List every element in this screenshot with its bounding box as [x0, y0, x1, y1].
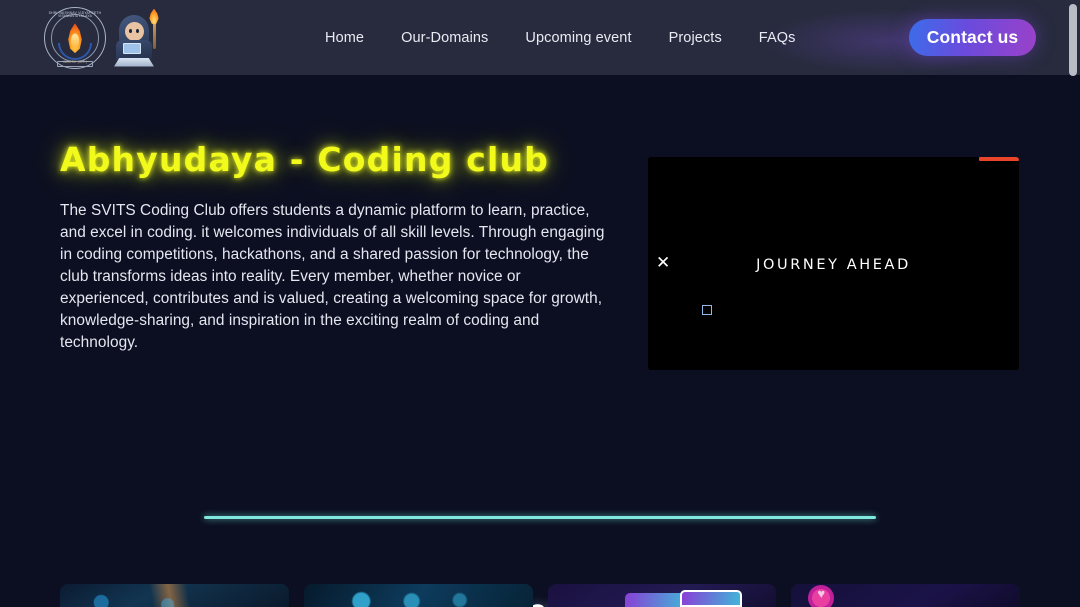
promo-video-player[interactable]: ✕ JOURNEY AHEAD [648, 157, 1019, 370]
seal-top-text: SHRI VAISHNAV VIDYAPEETH VISHWAVIDYALAYA [48, 10, 102, 18]
hero-text-block: Abhyudaya - Coding club The SVITS Coding… [60, 140, 605, 354]
nav-our-domains[interactable]: Our-Domains [401, 30, 488, 46]
site-header: SHRI VAISHNAV VIDYAPEETH VISHWAVIDYALAYA… [0, 0, 1080, 75]
video-progress-bar[interactable] [979, 157, 1019, 161]
page-title: Abhyudaya - Coding club [60, 140, 550, 179]
college-seal-logo[interactable]: SHRI VAISHNAV VIDYAPEETH VISHWAVIDYALAYA… [44, 6, 106, 69]
domain-cards-row [0, 584, 1080, 607]
seal-bottom-text: INDORE (M.P.) [62, 59, 88, 64]
domain-card-ui-ux[interactable] [791, 584, 1020, 607]
scrollbar-thumb[interactable] [1069, 4, 1077, 76]
page-scrollbar[interactable] [1065, 0, 1080, 607]
square-stop-icon[interactable] [702, 305, 712, 315]
logo-group: SHRI VAISHNAV VIDYAPEETH VISHWAVIDYALAYA… [44, 6, 162, 69]
hero-paragraph: The SVITS Coding Club offers students a … [60, 202, 605, 351]
domain-card-app-development[interactable] [547, 584, 777, 607]
nav-projects[interactable]: Projects [669, 30, 722, 46]
laptop-icon [123, 42, 141, 54]
torch-flame-icon [149, 8, 159, 25]
domain-card-web-development[interactable] [303, 584, 533, 607]
section-divider [204, 516, 876, 519]
nav-upcoming-event[interactable]: Upcoming event [525, 30, 631, 46]
heart-icon [808, 585, 835, 607]
coding-club-mascot-logo[interactable] [112, 7, 162, 69]
main-navigation: Home Our-Domains Upcoming event Projects… [325, 30, 795, 46]
video-title: JOURNEY AHEAD [756, 257, 911, 273]
nav-faqs[interactable]: FAQs [759, 30, 796, 46]
domain-card-ai[interactable] [60, 584, 289, 607]
contact-us-button[interactable]: Contact us [909, 19, 1036, 56]
nav-home[interactable]: Home [325, 30, 364, 46]
